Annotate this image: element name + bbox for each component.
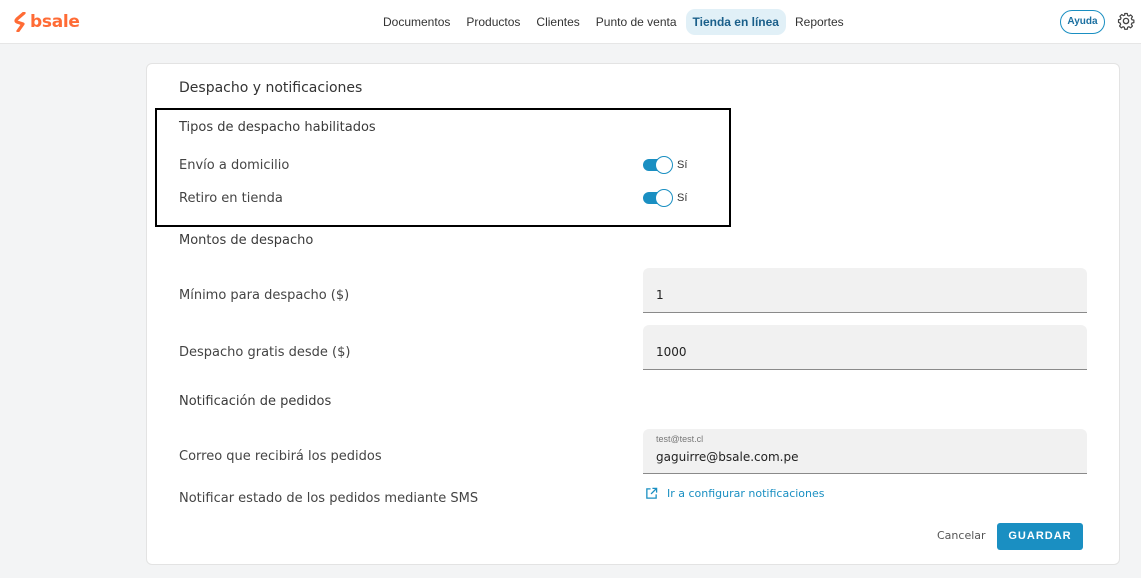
bsale-logo[interactable]: bsale [14, 11, 80, 33]
configure-notifications-link[interactable]: Ir a configurar notificaciones [645, 487, 825, 500]
top-bar: bsale Documentos Productos Clientes Punt… [0, 0, 1141, 44]
notifications-heading: Notificación de pedidos [179, 394, 332, 409]
store-pickup-state: Sí [677, 192, 688, 204]
nav-item-productos[interactable]: Productos [459, 9, 527, 35]
sms-label: Notificar estado de los pedidos mediante… [179, 491, 479, 506]
store-pickup-toggle[interactable] [642, 189, 673, 207]
shipping-types-heading: Tipos de despacho habilitados [179, 120, 376, 135]
nav-item-reportes[interactable]: Reportes [788, 9, 851, 35]
amounts-heading: Montos de despacho [179, 233, 314, 248]
free-from-label: Despacho gratis desde ($) [179, 345, 351, 360]
home-delivery-state: Sí [677, 159, 688, 171]
logo-text: bsale [30, 12, 80, 32]
save-button[interactable]: GUARDAR [997, 523, 1083, 550]
cancel-button[interactable]: Cancelar [937, 529, 986, 542]
minimum-field[interactable]: 1 [643, 268, 1087, 313]
toggle-knob [655, 189, 673, 207]
configure-notifications-label: Ir a configurar notificaciones [667, 487, 825, 500]
nav-item-documentos[interactable]: Documentos [376, 9, 457, 35]
bsale-logo-icon [14, 12, 26, 32]
store-pickup-label: Retiro en tienda [179, 191, 283, 206]
card-title: Despacho y notificaciones [179, 80, 363, 96]
toggle-knob [655, 156, 673, 174]
nav-item-clientes[interactable]: Clientes [529, 9, 586, 35]
gear-icon[interactable] [1117, 12, 1135, 30]
help-button[interactable]: Ayuda [1060, 10, 1105, 34]
minimum-label: Mínimo para despacho ($) [179, 288, 350, 303]
home-delivery-label: Envío a domicilio [179, 158, 290, 173]
nav-item-tienda-en-linea[interactable]: Tienda en línea [685, 9, 786, 35]
main-nav: Documentos Productos Clientes Punto de v… [376, 9, 853, 35]
home-delivery-toggle[interactable] [642, 156, 673, 174]
external-link-icon [646, 487, 658, 499]
nav-item-punto-de-venta[interactable]: Punto de venta [589, 9, 684, 35]
email-field[interactable]: test@test.cl gaguirre@bsale.com.pe [643, 429, 1087, 474]
free-from-field[interactable]: 1000 [643, 325, 1087, 370]
email-label: Correo que recibirá los pedidos [179, 449, 382, 464]
